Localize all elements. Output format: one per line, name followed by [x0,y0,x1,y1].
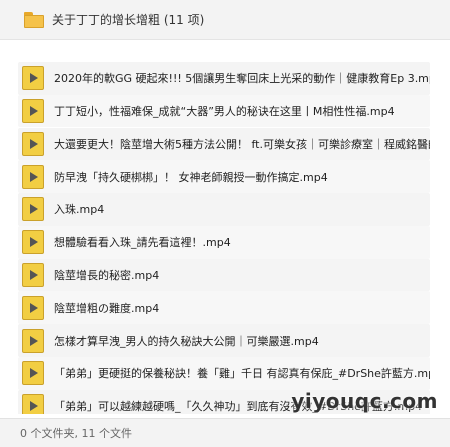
folder-icon [24,11,44,28]
file-name: 大還要更大！陰莖增大術5種方法公開！ ft.可樂女孩｜可樂診療室｜程威銘醫師.m… [54,137,430,151]
video-file-icon [22,99,44,124]
file-name: 入珠.mp4 [54,203,105,217]
file-name: 陰莖增粗の難度.mp4 [54,301,160,315]
file-name: 防早洩「持久硬梆梆」！ 女神老師親授一動作搞定.mp4 [54,170,328,184]
status-text: 0 个文件夹, 11 个文件 [20,427,132,440]
video-file-icon [22,394,44,414]
file-row[interactable]: 怎樣才算早洩_男人的持久秘訣大公開｜可樂嚴選.mp4 [18,324,430,357]
video-file-icon [22,66,44,91]
file-row[interactable]: 入珠.mp4 [18,193,430,226]
file-row[interactable]: 防早洩「持久硬梆梆」！ 女神老師親授一動作搞定.mp4 [18,160,430,193]
file-row[interactable]: 丁丁短小，性福难保_成就“大器”男人的秘诀在这里丨M相性性福.mp4 [18,94,430,128]
title-bar: 关于丁丁的增长增粗 (11 项) [0,0,450,40]
file-name: 2020年的軟GG 硬起來!!! 5個讓男生奪回床上光采的動作｜健康教育Ep 3… [54,72,430,86]
file-row[interactable]: 陰莖增長的秘密.mp4 [18,258,430,292]
file-row[interactable]: 陰莖增粗の難度.mp4 [18,291,430,325]
file-list: 2020年的軟GG 硬起來!!! 5個讓男生奪回床上光采的動作｜健康教育Ep 3… [18,62,430,414]
file-row[interactable]: 想體驗看看入珠_請先看這裡！.mp4 [18,225,430,259]
file-name: 「弟弟」更硬挺的保養秘訣！養「雞」千日 有認真有保庇_#DrShe許藍方.mp4 [54,367,430,381]
video-file-icon [22,262,44,287]
file-name: 怎樣才算早洩_男人的持久秘訣大公開｜可樂嚴選.mp4 [54,334,319,348]
video-file-icon [22,197,44,222]
file-name: 丁丁短小，性福难保_成就“大器”男人的秘诀在这里丨M相性性福.mp4 [54,105,395,119]
file-row[interactable]: 2020年的軟GG 硬起來!!! 5個讓男生奪回床上光采的動作｜健康教育Ep 3… [18,62,430,95]
file-row[interactable]: 大還要更大！陰莖增大術5種方法公開！ ft.可樂女孩｜可樂診療室｜程威銘醫師.m… [18,127,430,161]
video-file-icon [22,164,44,189]
video-file-icon [22,131,44,156]
video-file-icon [22,230,44,255]
watermark-text: yiyouqc.com [291,389,438,413]
video-file-icon [22,328,44,353]
video-file-icon [22,295,44,320]
status-bar: 0 个文件夹, 11 个文件 [0,418,450,447]
video-file-icon [22,361,44,386]
file-row[interactable]: 「弟弟」更硬挺的保養秘訣！養「雞」千日 有認真有保庇_#DrShe許藍方.mp4 [18,357,430,390]
file-name: 陰莖增長的秘密.mp4 [54,268,160,282]
file-name: 想體驗看看入珠_請先看這裡！.mp4 [54,236,231,250]
folder-title: 关于丁丁的增长增粗 (11 项) [52,13,205,27]
